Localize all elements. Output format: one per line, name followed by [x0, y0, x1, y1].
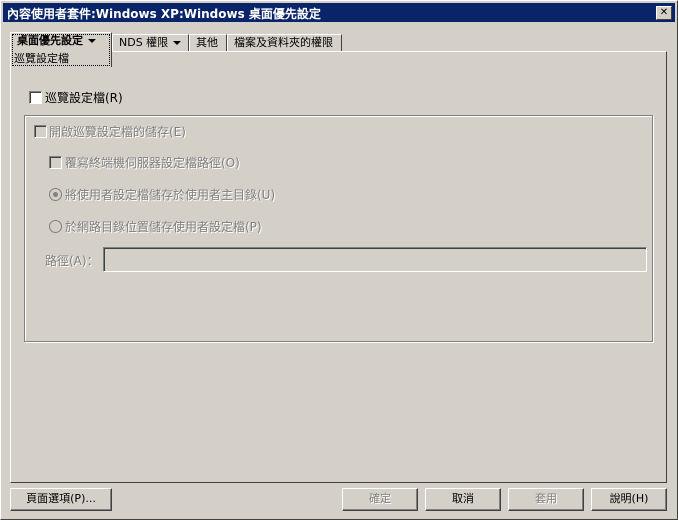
tab-desktop-preferences[interactable]: 桌面優先設定 巡覽設定檔 — [10, 32, 112, 67]
tab-label: NDS 權限 — [119, 36, 169, 49]
close-button[interactable]: ✕ — [656, 6, 672, 20]
tab-file-folder-rights[interactable]: 檔案及資料夾的權限 — [227, 34, 342, 52]
tab-label: 桌面優先設定 — [17, 34, 83, 47]
tab-label: 其他 — [196, 36, 218, 49]
close-icon: ✕ — [659, 7, 669, 18]
ok-button[interactable]: 確定 — [342, 488, 418, 511]
window-title: 內容使用者套件:Windows XP:Windows 桌面優先設定 — [7, 7, 321, 21]
tab-label: 檔案及資料夾的權限 — [234, 36, 333, 49]
tab-subpage-label[interactable]: 巡覽設定檔 — [14, 51, 69, 67]
cancel-button[interactable]: 取消 — [425, 488, 501, 511]
title-bar: 內容使用者套件:Windows XP:Windows 桌面優先設定 ✕ — [3, 3, 675, 22]
page-options-button[interactable]: 頁面選項(P)... — [10, 488, 112, 511]
chevron-down-icon[interactable] — [88, 39, 96, 43]
chevron-down-icon[interactable] — [173, 41, 182, 45]
apply-button[interactable]: 套用 — [508, 488, 584, 511]
tab-other[interactable]: 其他 — [189, 34, 227, 52]
tab-panel — [10, 51, 667, 483]
tab-nds-rights[interactable]: NDS 權限 — [112, 34, 189, 52]
help-button[interactable]: 說明(H) — [591, 488, 667, 511]
